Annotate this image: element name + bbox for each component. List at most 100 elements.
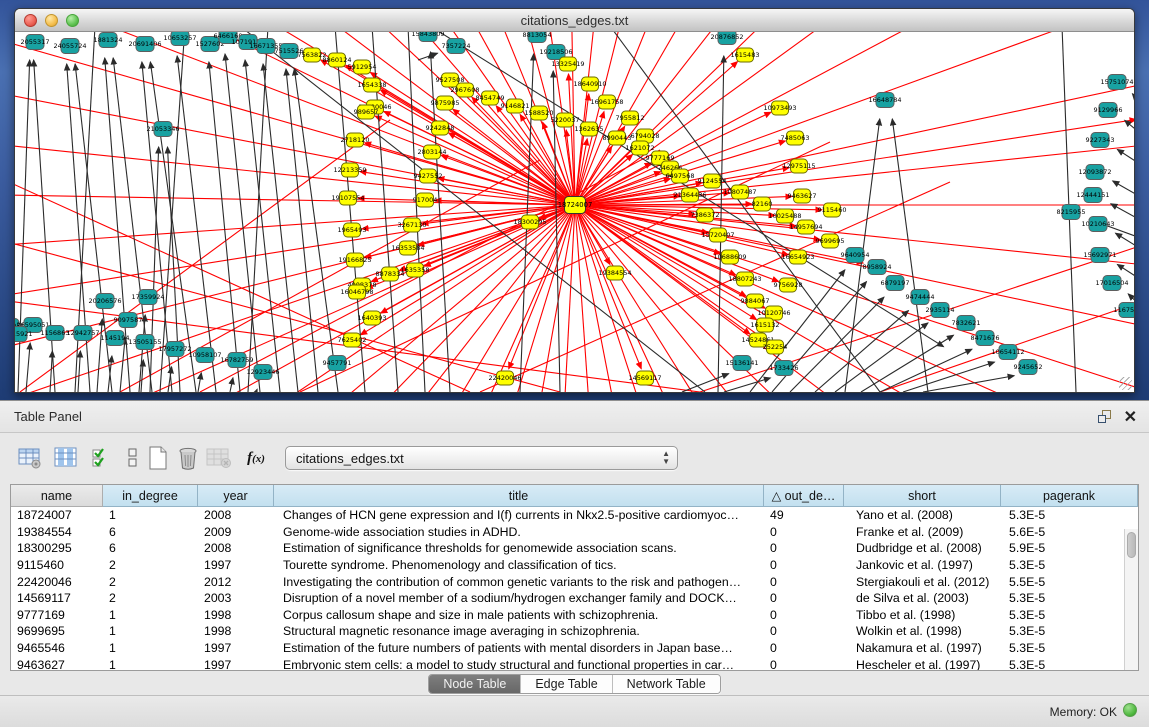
delete-table-button[interactable] [205,444,233,472]
svg-text:8471676: 8471676 [971,334,1000,342]
network-canvas[interactable]: 2055317240557241881324206914061065325715… [15,32,1134,392]
table-scrollbar-thumb[interactable] [1127,532,1136,558]
table-cell: 0 [764,624,844,638]
svg-text:1965493: 1965493 [338,226,367,234]
svg-text:7485063: 7485063 [781,134,810,142]
svg-text:8813054: 8813054 [523,32,552,39]
row-height-button[interactable] [119,444,147,472]
table-row[interactable]: 1456911722003Disruption of a novel membe… [11,590,1138,607]
column-header-5[interactable]: short [844,485,1001,507]
svg-text:1635358: 1635358 [401,266,430,274]
svg-text:18300295: 18300295 [513,218,546,226]
svg-text:5220037: 5220037 [551,116,580,124]
table-cell: Dudbridge et al. (2008) [844,541,1001,555]
svg-text:10653257: 10653257 [163,34,196,42]
svg-text:18807243: 18807243 [728,275,761,283]
table-cell: Jankovic et al. (1997) [844,558,1001,572]
tab-network-table[interactable]: Network Table [613,675,720,693]
memory-status-indicator[interactable] [1123,703,1137,717]
table-cell: 1997 [198,558,274,572]
float-panel-icon[interactable] [1098,410,1113,425]
svg-text:9875985: 9875985 [431,99,460,107]
svg-text:9457791: 9457791 [323,359,352,367]
column-header-1[interactable]: in_degree [103,485,198,507]
function-builder-button[interactable]: f(x) [242,444,270,472]
table-row[interactable]: 1872400712008Changes of HCN gene express… [11,507,1138,524]
new-table-button[interactable] [144,444,172,472]
canvas-resize-grip[interactable] [1119,377,1132,390]
column-header-4[interactable]: △ out_de… [764,485,844,507]
svg-text:6497568: 6497568 [666,172,695,180]
svg-text:16782759: 16782759 [220,356,253,364]
delete-rows-button[interactable] [174,444,202,472]
svg-text:5912954: 5912954 [348,63,377,71]
svg-text:9756928: 9756928 [774,281,803,289]
column-header-6[interactable]: pagerank [1001,485,1138,507]
table-row[interactable]: 946362711997Embryonic stem cells: a mode… [11,656,1138,670]
svg-text:20876852: 20876852 [710,33,743,41]
column-header-2[interactable]: year [198,485,274,507]
svg-text:15720407: 15720407 [701,231,734,239]
network-view-window[interactable]: citations_edges.txt 20553172405572418813… [14,8,1135,393]
show-columns-button[interactable] [52,444,80,472]
table-row[interactable]: 1938455462009Genome-wide association stu… [11,524,1138,541]
table-row[interactable]: 969969511998Structural magnetic resonanc… [11,623,1138,640]
svg-text:9699695: 9699695 [816,237,845,245]
svg-text:1156863: 1156863 [41,329,70,337]
table-row[interactable]: 911546021997Tourette syndrome. Phenomeno… [11,557,1138,574]
table-source-dropdown[interactable]: citations_edges.txt ▲▼ [285,446,678,470]
table-cell: 9463627 [11,658,103,670]
svg-text:21053346: 21053346 [146,125,179,133]
dropdown-arrows-icon: ▲▼ [662,450,670,466]
table-cell: 14569117 [11,591,103,605]
column-header-0[interactable]: name [11,485,103,507]
table-row[interactable]: 1830029562008Estimation of significance … [11,540,1138,557]
svg-text:19218506: 19218506 [539,48,572,56]
column-header-3[interactable]: title [274,485,764,507]
svg-text:20691406: 20691406 [128,40,161,48]
table-row[interactable]: 2242004622012Investigating the contribut… [11,573,1138,590]
table-settings-button[interactable] [16,444,44,472]
svg-text:18724007: 18724007 [558,201,593,209]
svg-text:917004: 917004 [413,196,438,204]
table-cell: 6 [103,525,198,539]
table-row[interactable]: 977716911998Corpus callosum shape and si… [11,607,1138,624]
table-cell: 9115460 [11,558,103,572]
table-cell: Estimation of significance thresholds fo… [274,541,764,555]
svg-text:10688609: 10688609 [713,253,746,261]
table-row[interactable]: 946554611997Estimation of the future num… [11,640,1138,657]
table-cell: 9777169 [11,608,103,622]
table-cell: 0 [764,608,844,622]
table-cell: 5.3E-5 [1001,591,1138,605]
svg-text:989657: 989657 [354,108,379,116]
svg-text:10973493: 10973493 [763,104,796,112]
network-window-titlebar[interactable]: citations_edges.txt [15,9,1134,32]
table-cell: Genome-wide association studies in ADHD. [274,525,764,539]
svg-text:1621072: 1621072 [626,144,655,152]
svg-text:7386372: 7386372 [691,211,720,219]
table-tab-bar: Node TableEdge TableNetwork Table [0,674,1149,695]
table-scrollbar[interactable] [1124,529,1138,670]
table-cell: 5.3E-5 [1001,658,1138,670]
close-panel-icon[interactable]: ✕ [1124,407,1137,427]
table-cell: 2008 [198,508,274,522]
select-columns-button[interactable] [88,444,116,472]
citation-network-graph[interactable]: 2055317240557241881324206914061065325715… [15,32,1134,392]
svg-text:22420046: 22420046 [488,374,521,382]
svg-text:19384554: 19384554 [598,269,631,277]
table-cell: 1998 [198,608,274,622]
svg-text:13505155: 13505155 [128,338,161,346]
svg-text:16654923: 16654923 [781,253,814,261]
table-cell: 1997 [198,658,274,670]
tab-edge-table[interactable]: Edge Table [521,675,612,693]
svg-text:8454749: 8454749 [476,94,505,102]
svg-text:10025488: 10025488 [768,212,801,220]
tab-node-table[interactable]: Node Table [429,675,521,693]
table-cell: Tibbo et al. (1998) [844,608,1001,622]
svg-text:15843809: 15843809 [411,32,444,38]
svg-text:1362635: 1362635 [575,125,604,133]
table-body: 1872400712008Changes of HCN gene express… [11,507,1138,670]
svg-text:12444151: 12444151 [1076,191,1109,199]
svg-text:9463627: 9463627 [788,192,817,200]
svg-text:15692971: 15692971 [1083,251,1116,259]
